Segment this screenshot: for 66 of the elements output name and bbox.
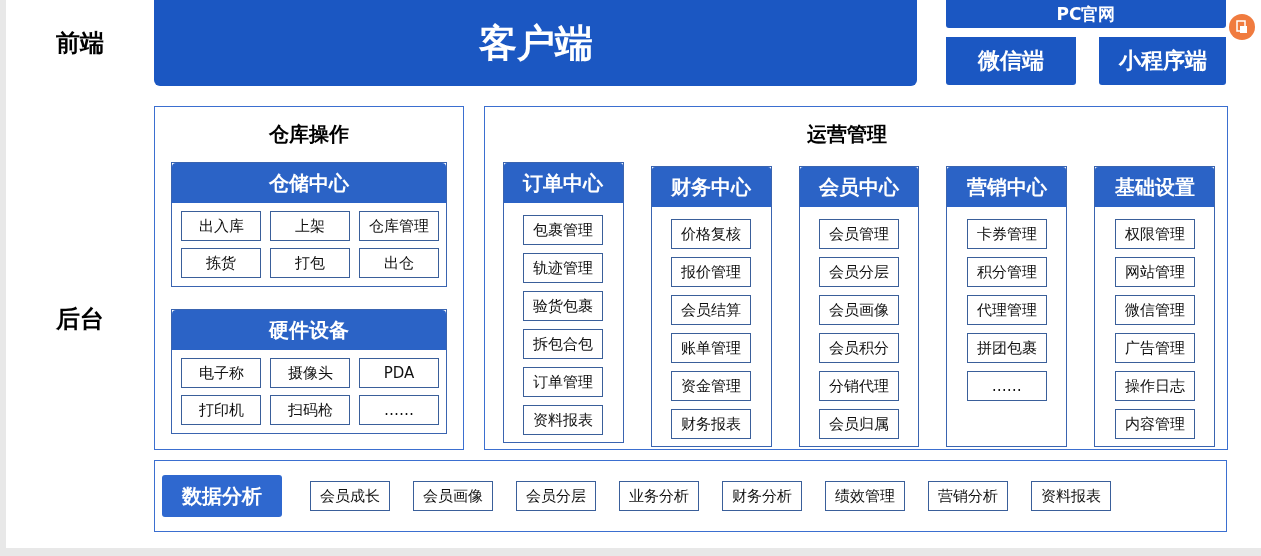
module-item: 出入库 [181, 211, 261, 241]
module-item: 会员管理 [819, 219, 899, 249]
module-item: 内容管理 [1114, 409, 1195, 439]
module-item: 资料报表 [523, 405, 604, 435]
module-item: 财务分析 [722, 481, 802, 511]
center-title: 财务中心 [651, 167, 771, 207]
module-item: 广告管理 [1114, 333, 1195, 363]
channel-block: 微信端 [946, 37, 1076, 85]
channel-block: PC官网 [946, 0, 1226, 28]
module-item: 会员归属 [819, 409, 899, 439]
group-title: 硬件设备 [172, 310, 446, 350]
group-title: 仓储中心 [172, 163, 446, 203]
module-item: 会员成长 [310, 481, 390, 511]
module-item: 上架 [270, 211, 350, 241]
module-item: 账单管理 [671, 333, 752, 363]
module-item: 出仓 [359, 248, 439, 278]
module-item: 打印机 [181, 395, 261, 425]
module-item: 会员积分 [819, 333, 899, 363]
module-item: 卡券管理 [966, 219, 1047, 249]
module-item: 报价管理 [671, 257, 752, 287]
module-item: 拆包合包 [523, 329, 604, 359]
module-item: 积分管理 [966, 257, 1047, 287]
module-item: 扫码枪 [270, 395, 350, 425]
panel-title: 运营管理 [807, 121, 888, 148]
center-title: 营销中心 [947, 167, 1067, 207]
channel-block: 小程序端 [1099, 37, 1226, 85]
module-item: 会员分层 [516, 481, 596, 511]
module-item: 业务分析 [619, 481, 699, 511]
module-item: 仓库管理 [359, 211, 439, 241]
module-item: 会员分层 [819, 257, 899, 287]
center-title: 订单中心 [504, 163, 623, 203]
section-label: 后台 [56, 304, 104, 335]
module-item: 会员画像 [819, 295, 899, 325]
module-item: PDA [359, 358, 439, 388]
module-item: 电子称 [181, 358, 261, 388]
module-item: 财务报表 [671, 409, 752, 439]
center-title: 会员中心 [799, 167, 919, 207]
module-item: 网站管理 [1114, 257, 1195, 287]
module-item: 分销代理 [819, 371, 899, 401]
module-item: 资金管理 [671, 371, 752, 401]
module-item: 微信管理 [1114, 295, 1195, 325]
section-label: 前端 [56, 28, 104, 59]
center-title: 基础设置 [1095, 167, 1214, 207]
module-item: 营销分析 [928, 481, 1008, 511]
module-item: 轨迹管理 [523, 253, 604, 283]
module-item: …… [359, 395, 439, 425]
module-item: 价格复核 [671, 219, 752, 249]
module-item: …… [966, 371, 1047, 401]
module-item: 资料报表 [1031, 481, 1111, 511]
module-item: 权限管理 [1114, 219, 1195, 249]
module-item: 操作日志 [1114, 371, 1195, 401]
client-block: 客户端 [154, 0, 917, 86]
module-item: 验货包裹 [523, 291, 604, 321]
module-item: 代理管理 [966, 295, 1047, 325]
module-item: 拼团包裹 [966, 333, 1047, 363]
module-item: 拣货 [181, 248, 261, 278]
analytics-title: 数据分析 [162, 475, 282, 517]
module-item: 摄像头 [270, 358, 350, 388]
module-item: 会员画像 [413, 481, 493, 511]
panel-title: 仓库操作 [269, 121, 349, 148]
module-item: 会员结算 [671, 295, 752, 325]
module-item: 订单管理 [523, 367, 604, 397]
document-icon[interactable] [1229, 14, 1255, 40]
module-item: 打包 [270, 248, 350, 278]
module-item: 包裹管理 [523, 215, 604, 245]
module-item: 绩效管理 [825, 481, 905, 511]
